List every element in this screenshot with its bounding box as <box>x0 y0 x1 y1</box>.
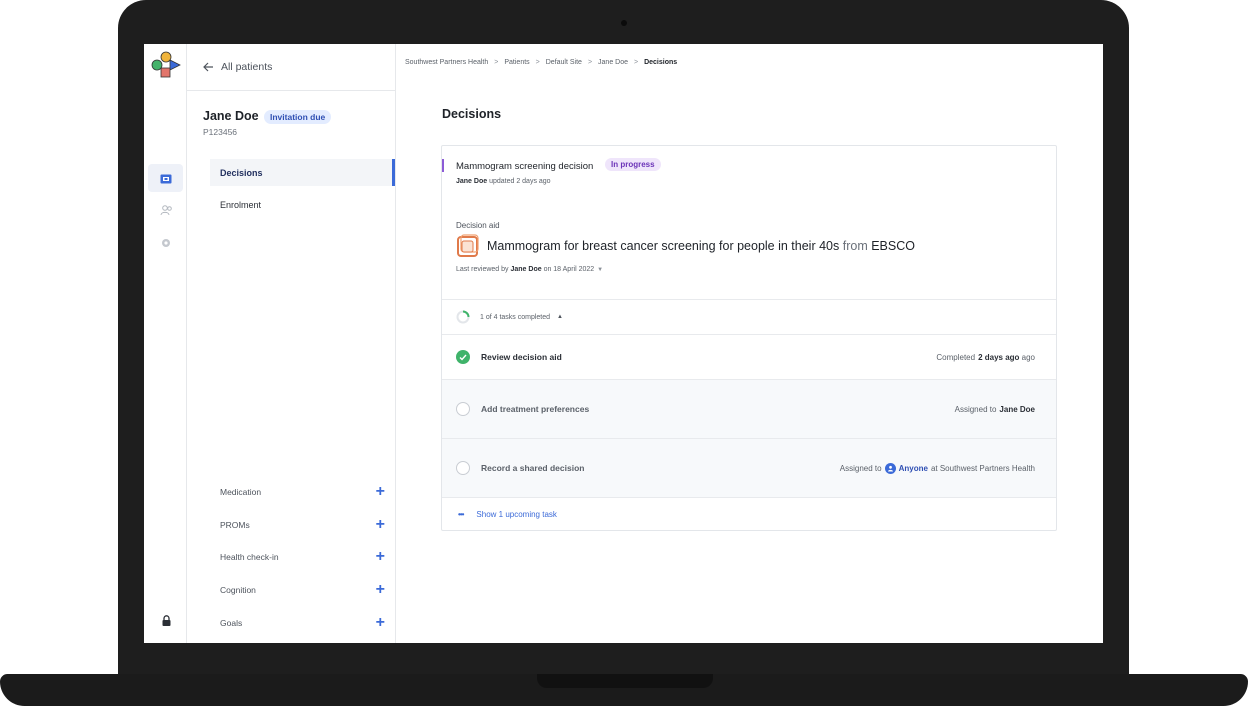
patients-folder-icon[interactable] <box>157 169 175 187</box>
breadcrumb-item[interactable]: Southwest Partners Health <box>405 59 488 66</box>
decision-title[interactable]: Mammogram screening decision <box>456 161 593 172</box>
aid-from-text: from <box>842 239 868 253</box>
add-health-checkin-row[interactable]: Health check-in + <box>220 548 385 566</box>
patient-id: P123456 <box>203 127 238 137</box>
chevron-right-icon: > <box>535 59 540 66</box>
task-meta-value: Jane Doe <box>999 404 1035 414</box>
add-section-label: Goals <box>220 618 243 628</box>
aid-title-text: Mammogram for breast cancer screening fo… <box>487 239 840 253</box>
decision-aid-label: Decision aid <box>456 221 500 230</box>
task-meta: Assigned to Jane Doe <box>955 405 1035 414</box>
patient-name: Jane Doe <box>203 109 259 123</box>
task-meta-prefix: Assigned to <box>954 404 997 414</box>
add-section-label: PROMs <box>220 520 250 530</box>
chevron-right-icon: > <box>494 59 499 66</box>
plus-icon[interactable]: + <box>376 615 385 631</box>
app-screen: All patients Jane Doe Invitation due P12… <box>144 44 1103 643</box>
patient-panel: All patients Jane Doe Invitation due P12… <box>187 44 396 643</box>
task-meta-prefix: Completed <box>936 352 976 362</box>
breadcrumb: Southwest Partners Health > Patients > Def… <box>405 59 677 66</box>
page-title: Decisions <box>442 107 502 121</box>
task-name: Add treatment preferences <box>481 404 590 414</box>
nav-item-enrolment[interactable]: Enrolment <box>210 191 395 218</box>
arrow-left-icon <box>203 62 213 72</box>
lock-icon[interactable] <box>157 611 175 629</box>
add-section-label: Health check-in <box>220 552 279 562</box>
users-icon[interactable] <box>157 201 175 219</box>
assignee-anyone[interactable]: Anyone <box>899 464 928 473</box>
breadcrumb-item[interactable]: Default Site <box>546 59 582 66</box>
reviewed-by: Jane Doe <box>510 266 542 273</box>
aid-reviewed-info[interactable]: Last reviewed by Jane Doe on 18 April 20… <box>456 266 603 273</box>
plus-icon[interactable]: + <box>376 582 385 598</box>
caret-down-icon[interactable]: ▼ <box>597 267 603 273</box>
task-row[interactable]: Add treatment preferences Assigned to Ja… <box>442 379 1056 438</box>
task-meta: Assigned to Anyone at Southwest Partners… <box>839 462 1035 474</box>
task-row[interactable]: Record a shared decision Assigned to Any… <box>442 438 1056 497</box>
task-meta: Completed 2 days ago ago <box>936 352 1035 362</box>
task-meta-prefix: Assigned to <box>839 463 882 473</box>
plus-icon[interactable]: + <box>376 517 385 533</box>
icon-rail <box>144 44 187 643</box>
task-name: Review decision aid <box>481 352 562 362</box>
laptop-notch <box>537 674 713 688</box>
decision-updated: Jane Doe updated 2 days ago <box>456 178 551 185</box>
empty-circle-icon[interactable] <box>456 461 470 475</box>
invitation-status-badge: Invitation due <box>264 110 332 124</box>
decision-card: Mammogram screening decision In progress… <box>441 145 1057 531</box>
decision-aid-icon <box>457 234 479 257</box>
empty-circle-icon[interactable] <box>456 402 470 416</box>
app-logo-icon[interactable] <box>151 51 181 79</box>
upcoming-label: Show 1 upcoming task <box>476 510 557 519</box>
plus-icon[interactable]: + <box>376 549 385 565</box>
person-icon <box>884 462 896 474</box>
status-accent-bar <box>442 159 444 172</box>
reviewed-prefix: Last reviewed by <box>456 266 509 273</box>
chevron-right-icon: > <box>587 59 593 66</box>
chevron-right-icon: > <box>634 59 639 66</box>
add-cognition-row[interactable]: Cognition + <box>220 581 385 599</box>
settings-icon[interactable] <box>157 234 175 252</box>
add-goals-row[interactable]: Goals + <box>220 614 385 632</box>
camera-icon <box>621 20 627 26</box>
updated-by: Jane Doe <box>456 178 488 185</box>
breadcrumb-item[interactable]: Patients <box>504 59 529 66</box>
reviewed-date: on 18 April 2022 <box>543 266 595 273</box>
check-circle-icon[interactable] <box>456 350 470 364</box>
task-progress-row[interactable]: 1 of 4 tasks completed ▲ <box>442 299 1056 334</box>
show-upcoming-tasks-link[interactable]: ••• Show 1 upcoming task <box>442 497 1056 530</box>
add-section-label: Medication <box>220 487 262 497</box>
decision-aid-title[interactable]: Mammogram for breast cancer screening fo… <box>487 239 915 253</box>
progress-text: 1 of 4 tasks completed <box>480 313 551 321</box>
task-meta-suffix: at Southwest Partners Health <box>930 463 1035 473</box>
nav-item-decisions[interactable]: Decisions <box>210 159 395 186</box>
task-meta-value: 2 days ago <box>978 352 1020 362</box>
caret-up-icon[interactable]: ▲ <box>557 314 563 320</box>
breadcrumb-item[interactable]: Jane Doe <box>598 59 628 66</box>
add-medication-row[interactable]: Medication + <box>220 483 385 501</box>
aid-source: EBSCO <box>871 239 915 253</box>
updated-text: updated 2 days ago <box>489 178 551 185</box>
breadcrumb-current: Decisions <box>644 59 678 66</box>
main-content: Southwest Partners Health > Patients > Def… <box>396 44 1103 643</box>
progress-ring-icon <box>456 310 470 324</box>
task-row[interactable]: Review decision aid Completed 2 days ago… <box>442 334 1056 379</box>
task-name: Record a shared decision <box>481 463 585 473</box>
add-proms-row[interactable]: PROMs + <box>220 516 385 534</box>
more-dots-icon: ••• <box>458 510 464 519</box>
back-to-patients-link[interactable]: All patients <box>187 44 395 91</box>
add-section-label: Cognition <box>220 585 256 595</box>
back-label: All patients <box>221 61 273 73</box>
decision-status-badge: In progress <box>605 158 661 171</box>
plus-icon[interactable]: + <box>376 484 385 500</box>
